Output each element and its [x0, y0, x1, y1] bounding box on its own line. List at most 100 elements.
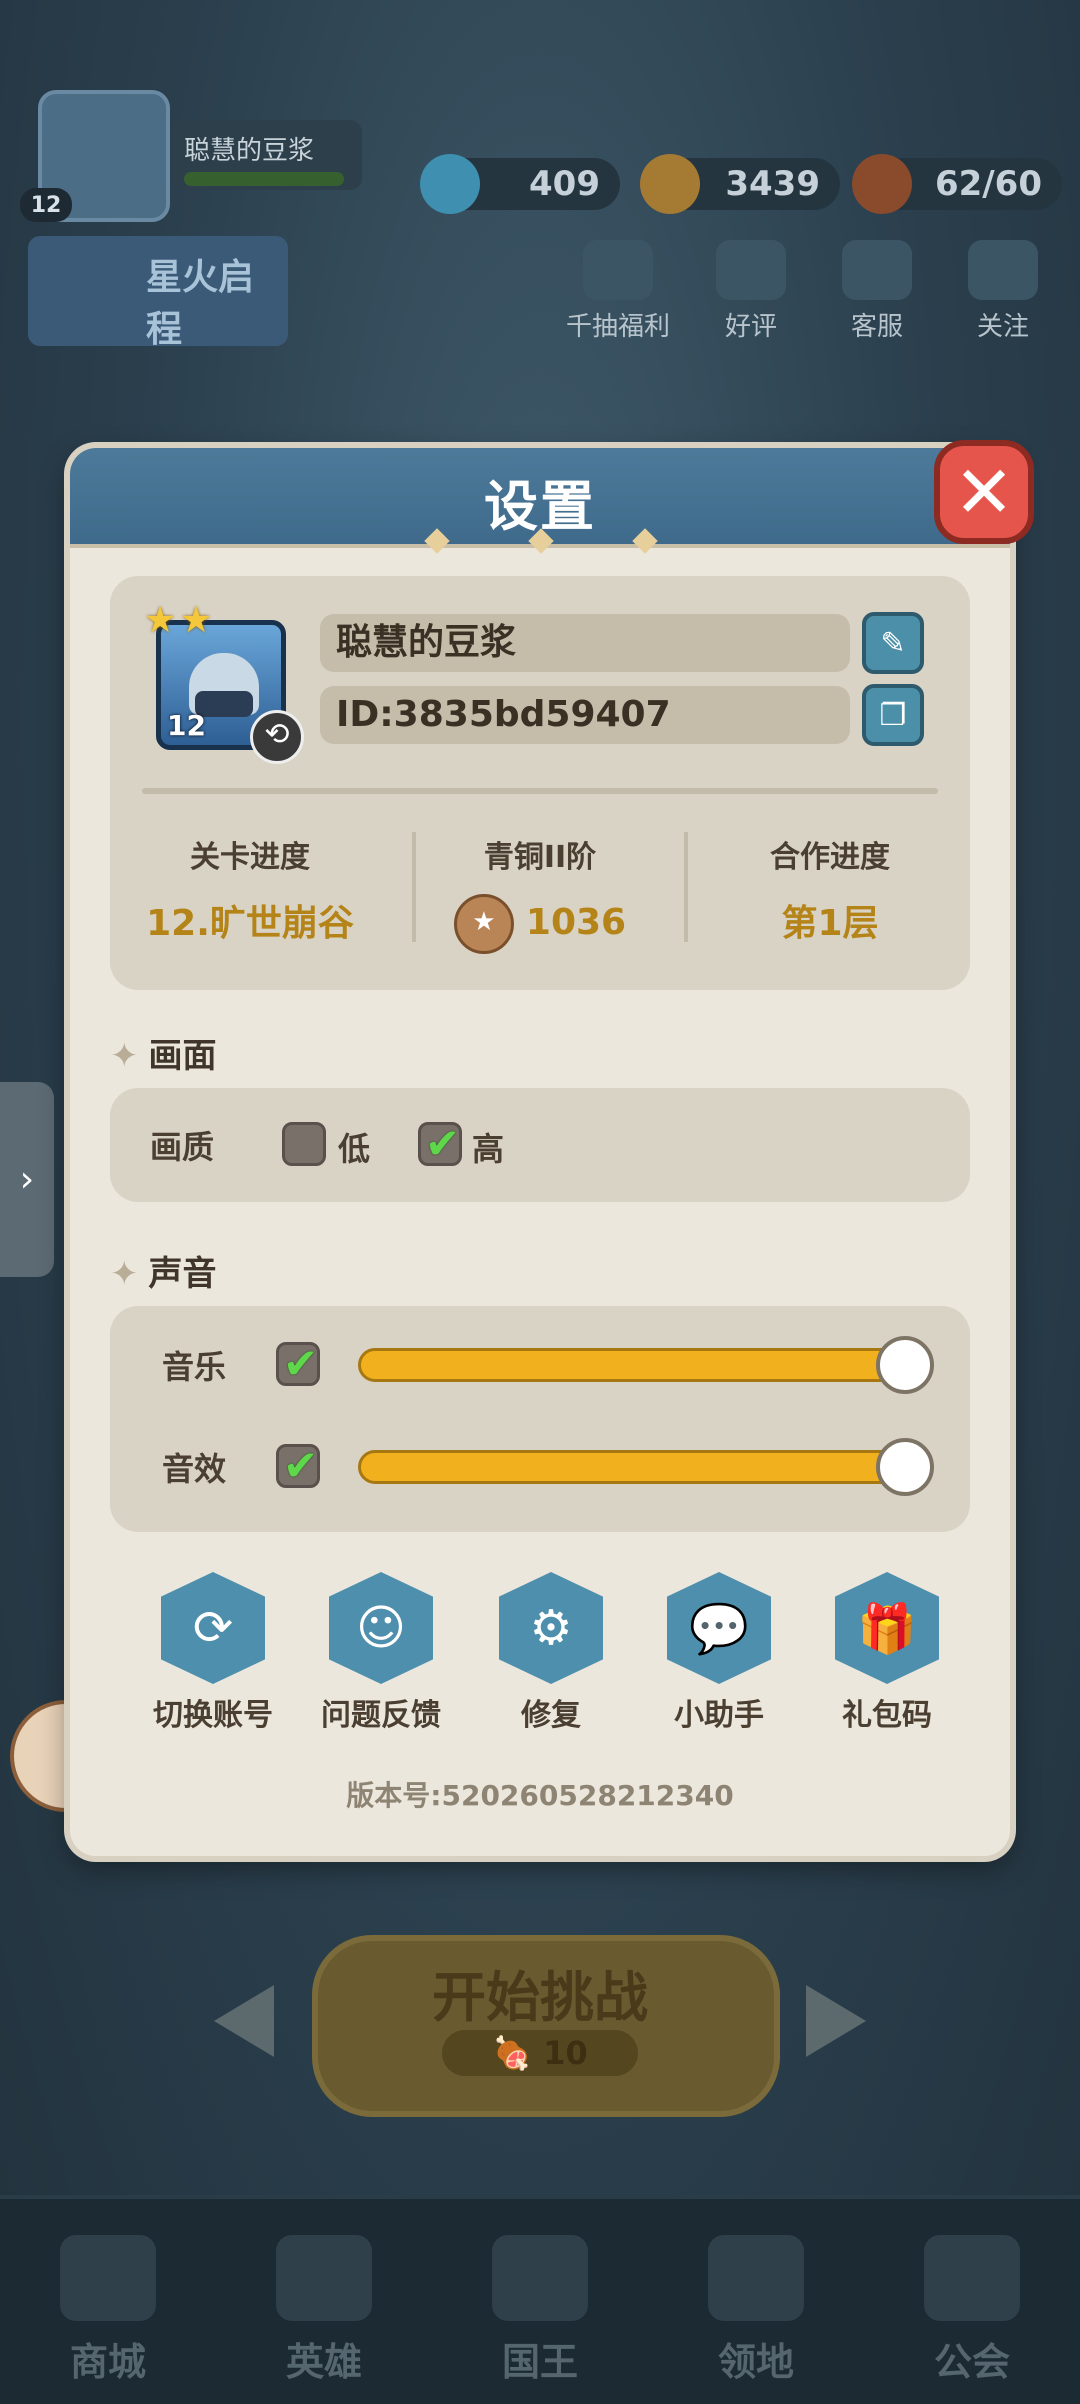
quality-low-label[interactable]: 低	[338, 1124, 370, 1170]
coin-counter[interactable]: 3439	[640, 154, 840, 214]
hero-level: 12	[167, 709, 206, 742]
castle-icon	[708, 2235, 804, 2321]
gift-icon: 🎁	[835, 1572, 939, 1684]
quality-high-checkbox[interactable]	[418, 1119, 462, 1168]
effects-label: 音效	[162, 1450, 227, 1488]
top-link-support[interactable]: 客服	[842, 240, 912, 343]
music-slider-handle[interactable]	[876, 1336, 934, 1394]
stat-stage-progress: 关卡进度 12.旷世崩谷	[120, 832, 380, 946]
nav-guild[interactable]: 公会	[864, 2199, 1080, 2404]
stat-divider	[684, 832, 688, 942]
close-icon: ✕	[953, 450, 1015, 534]
action-label: 问题反馈	[321, 1698, 441, 1733]
stat-value: 12.旷世崩谷	[146, 903, 354, 944]
feedback-button[interactable]: ☺ 问题反馈	[306, 1572, 456, 1734]
coin-icon	[640, 154, 700, 214]
quality-label: 画质	[150, 1128, 215, 1166]
stat-value: 第1层	[781, 903, 879, 944]
nav-shop[interactable]: 商城	[0, 2199, 216, 2404]
assistant-button[interactable]: 💬 小助手	[644, 1572, 794, 1734]
stat-label: 青铜II阶	[483, 840, 597, 875]
action-label: 切换账号	[153, 1698, 273, 1733]
nav-label: 领地	[717, 2340, 794, 2384]
bronze-rank-icon: ★	[453, 894, 514, 954]
refresh-icon: ⟳	[161, 1572, 265, 1684]
quality-high-label[interactable]: 高	[472, 1124, 504, 1170]
effects-volume-slider[interactable]	[358, 1450, 904, 1484]
top-link-label: 好评	[724, 312, 777, 342]
start-challenge-cost: 🍖 10	[442, 2030, 638, 2076]
meat-icon	[852, 154, 912, 214]
effects-checkbox[interactable]	[276, 1441, 320, 1490]
switch-account-button[interactable]: ⟳ 切换账号	[138, 1572, 288, 1734]
bottom-nav: 商城 英雄 国王 领地 公会	[0, 2195, 1080, 2404]
prev-stage-arrow[interactable]	[214, 1985, 274, 2057]
music-volume-slider[interactable]	[358, 1348, 904, 1382]
settings-actions: ⟳ 切换账号 ☺ 问题反馈 ⚙ 修复 💬 小助手 🎁 礼包码	[70, 1572, 1010, 1734]
pencil-icon: ✎	[880, 625, 906, 661]
sparkle-icon: ✦	[110, 1254, 139, 1294]
graphics-card: 画质 低 高	[110, 1088, 970, 1202]
star-icon	[968, 240, 1038, 300]
stat-rank: 青铜II阶 ★ 1036	[410, 832, 670, 954]
stat-rank-value-row: ★ 1036	[410, 894, 670, 954]
diamond-counter[interactable]: 409	[420, 154, 620, 214]
stat-label: 关卡进度	[190, 840, 310, 875]
sound-section-label: 声音	[148, 1254, 217, 1294]
settings-dialog: 设置 12 ★ ★ ⟲ 聪慧的豆浆 ✎ ID:3835bd59407 ❐ 关卡进…	[70, 448, 1010, 1856]
star-icon: ★	[144, 600, 177, 641]
version-text: 版本号:520260528212340	[346, 1779, 734, 1812]
start-cost-value: 10	[543, 2034, 588, 2072]
helmet-icon	[276, 2235, 372, 2321]
graphics-section-title: ✦ 画面	[110, 1028, 217, 1077]
stamina-value: 62/60	[934, 164, 1042, 204]
side-drawer-toggle[interactable]: ›	[0, 1082, 54, 1277]
top-link-follow[interactable]: 关注	[968, 240, 1038, 343]
nav-label: 公会	[933, 2340, 1010, 2384]
diamond-value: 409	[529, 164, 600, 204]
player-id-field: ID:3835bd59407	[320, 686, 850, 744]
profile-divider	[142, 788, 938, 794]
nav-king[interactable]: 国王	[432, 2199, 648, 2404]
music-checkbox[interactable]	[276, 1339, 320, 1388]
settings-header: 设置	[70, 448, 1010, 554]
swap-avatar-icon[interactable]: ⟲	[250, 710, 304, 764]
shop-icon	[60, 2235, 156, 2321]
top-link-draw[interactable]: 千抽福利	[566, 240, 670, 343]
stamina-counter[interactable]: 62/60	[852, 154, 1062, 214]
repair-button[interactable]: ⚙ 修复	[476, 1572, 626, 1734]
gear-icon: ⚙	[499, 1572, 603, 1684]
diamond-icon	[420, 154, 480, 214]
nav-label: 英雄	[285, 2340, 362, 2384]
player-level-badge: 12	[20, 188, 72, 222]
edit-name-button[interactable]: ✎	[862, 612, 924, 674]
top-link-review[interactable]: 好评	[716, 240, 786, 343]
gift-box-icon	[583, 240, 653, 300]
event-banner[interactable]: 星火启程	[28, 236, 288, 350]
player-name-field: 聪慧的豆浆	[320, 614, 850, 672]
coin-value: 3439	[725, 164, 820, 204]
stat-coop-progress: 合作进度 第1层	[700, 832, 960, 946]
stat-label: 合作进度	[770, 840, 890, 875]
feedback-icon: ☺	[329, 1572, 433, 1684]
action-label: 小助手	[674, 1698, 764, 1733]
lock-icon	[924, 2235, 1020, 2321]
action-label: 礼包码	[842, 1698, 932, 1733]
action-label: 修复	[521, 1698, 581, 1733]
next-stage-arrow[interactable]	[806, 1985, 866, 2057]
nav-label: 商城	[69, 2340, 146, 2384]
player-name: 聪慧的豆浆	[184, 136, 315, 166]
thumbs-up-icon	[716, 240, 786, 300]
top-link-label: 关注	[976, 312, 1029, 342]
copy-id-button[interactable]: ❐	[862, 684, 924, 746]
gift-code-button[interactable]: 🎁 礼包码	[812, 1572, 962, 1734]
effects-slider-handle[interactable]	[876, 1438, 934, 1496]
sound-card: 音乐 音效	[110, 1306, 970, 1532]
event-banner-text: 星火启程	[146, 257, 255, 350]
close-button[interactable]: ✕	[934, 440, 1034, 544]
copy-icon: ❐	[879, 697, 907, 733]
nav-heroes[interactable]: 英雄	[216, 2199, 432, 2404]
quality-low-checkbox[interactable]	[282, 1122, 326, 1166]
headset-icon	[842, 240, 912, 300]
nav-territory[interactable]: 领地	[648, 2199, 864, 2404]
